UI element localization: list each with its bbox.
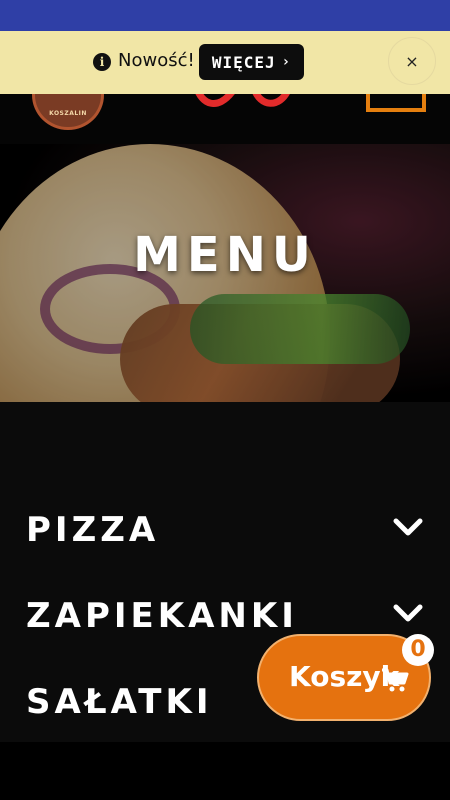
brand-mark-icon xyxy=(195,94,290,107)
page-title: MENU xyxy=(133,227,317,283)
cart-count-badge: 0 xyxy=(402,634,434,666)
menu-category-label: PIZZA xyxy=(26,510,160,550)
close-button[interactable]: × xyxy=(388,37,436,85)
chevron-down-icon[interactable] xyxy=(390,596,426,632)
chevron-down-icon[interactable] xyxy=(390,510,426,546)
chevron-right-icon: › xyxy=(281,54,292,70)
more-button[interactable]: WIĘCEJ › xyxy=(199,44,304,80)
logo-text: KOSZALIN xyxy=(49,110,87,117)
menu-category-pizza[interactable]: PIZZA xyxy=(0,502,450,558)
close-icon: × xyxy=(405,51,419,71)
shopping-cart-icon xyxy=(382,668,409,692)
hero-banner: MENU xyxy=(0,144,450,402)
menu-category-label: ZAPIEKANKI xyxy=(26,596,298,636)
cart-button[interactable]: Koszyk 0 xyxy=(257,634,434,721)
announcement-text: Nowość! xyxy=(118,50,195,71)
announcement-bar: i Nowość! WIĘCEJ › × xyxy=(0,31,450,94)
more-button-label: WIĘCEJ xyxy=(211,52,276,72)
bottom-area xyxy=(0,742,450,800)
status-bar xyxy=(0,0,450,31)
logo[interactable]: KOSZALIN xyxy=(32,94,104,130)
site-header: KOSZALIN xyxy=(0,94,450,144)
info-icon: i xyxy=(93,53,111,71)
menu-category-label: SAŁATKI xyxy=(26,682,213,722)
hamburger-menu-icon[interactable] xyxy=(366,94,426,112)
